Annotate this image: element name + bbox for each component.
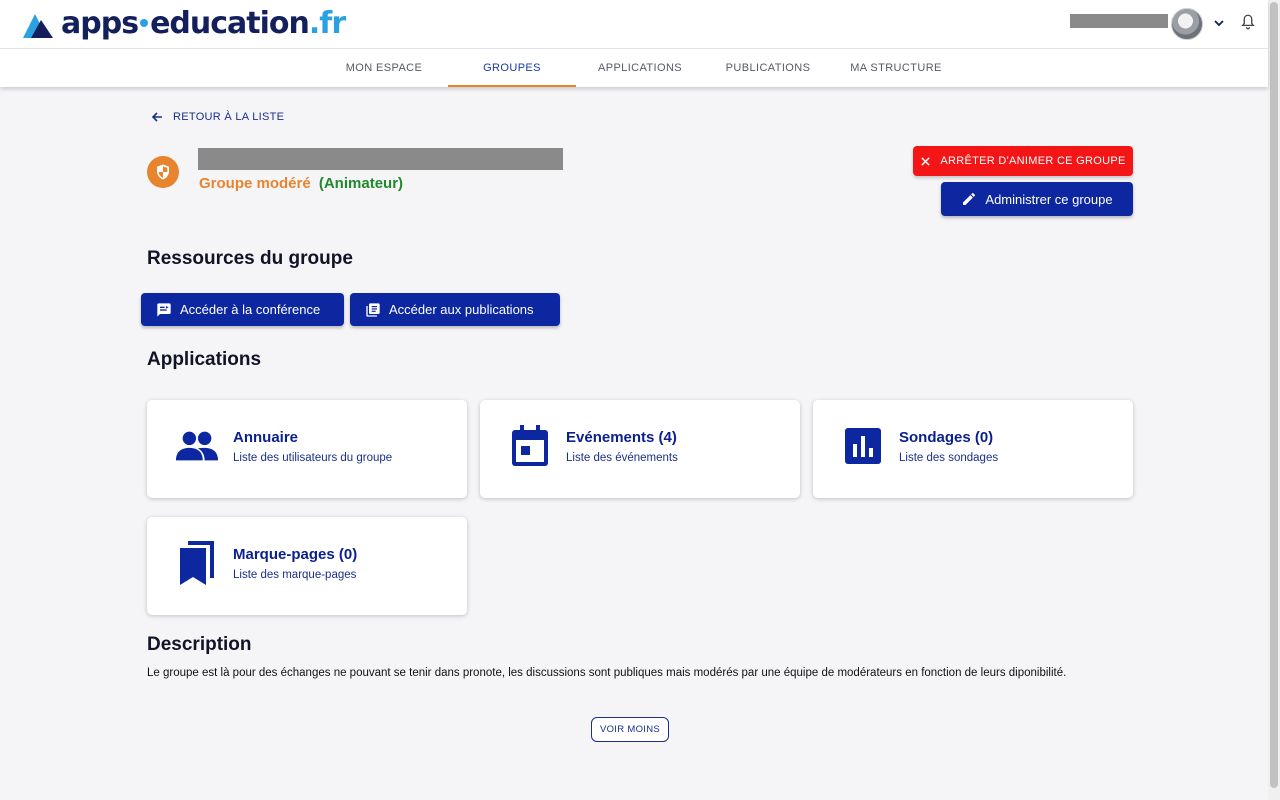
page-scrollbar[interactable] (1268, 0, 1280, 800)
back-link-label: RETOUR À LA LISTE (173, 111, 285, 123)
tab-applications[interactable]: APPLICATIONS (576, 49, 704, 87)
publications-button-label: Accéder aux publications (389, 302, 534, 317)
scrollbar-thumb[interactable] (1270, 2, 1278, 788)
main-nav-tabs: MON ESPACE GROUPES APPLICATIONS PUBLICAT… (320, 49, 960, 87)
app-card-title: Sondages (0) (899, 429, 994, 446)
moderated-shield-icon (147, 156, 179, 188)
app-card-title: Annuaire (233, 429, 299, 446)
app-card-sondages[interactable]: Sondages (0) Liste des sondages (813, 400, 1133, 498)
tab-mon-espace[interactable]: MON ESPACE (320, 49, 448, 87)
app-card-subtitle: Liste des marque-pages (233, 569, 357, 581)
applications-title: Applications (147, 349, 262, 370)
poll-icon (841, 424, 885, 468)
tab-publications[interactable]: PUBLICATIONS (704, 49, 832, 87)
chat-icon (157, 302, 171, 317)
logo-text: apps education.fr (61, 6, 346, 41)
administer-group-button[interactable]: Administrer ce groupe (941, 182, 1133, 216)
app-card-annuaire[interactable]: Annuaire Liste des utilisateurs du group… (147, 400, 467, 498)
administer-group-label: Administrer ce groupe (985, 191, 1113, 207)
show-less-button[interactable]: VOIR MOINS (591, 717, 669, 742)
logo-mountain-icon (23, 14, 53, 38)
pencil-icon (963, 192, 976, 205)
stop-animating-label: ARRÊTER D'ANIMER CE GROUPE (940, 155, 1126, 167)
app-card-title: Marque-pages (0) (233, 546, 358, 563)
stop-animating-button[interactable]: ARRÊTER D'ANIMER CE GROUPE (913, 146, 1133, 176)
group-name-redacted (198, 148, 563, 170)
app-card-evenements[interactable]: Evénements (4) Liste des événements (480, 400, 800, 498)
user-name-redacted (1070, 14, 1168, 28)
app-card-subtitle: Liste des utilisateurs du groupe (233, 452, 393, 464)
app-logo[interactable]: apps education.fr (21, 6, 346, 41)
conference-button[interactable]: Accéder à la conférence (141, 293, 344, 326)
resources-title: Ressources du groupe (147, 248, 353, 269)
tab-ma-structure[interactable]: MA STRUCTURE (832, 49, 960, 87)
publications-button[interactable]: Accéder aux publications (350, 293, 560, 326)
app-card-title: Evénements (4) (566, 429, 677, 446)
chevron-down-icon[interactable] (1211, 15, 1227, 31)
group-type-line: Groupe modéré (Animateur) (199, 175, 403, 192)
library-books-icon (366, 302, 380, 317)
app-card-marque-pages[interactable]: Marque-pages (0) Liste des marque-pages (147, 517, 467, 615)
bell-icon[interactable] (1239, 13, 1257, 31)
group-role-label: (Animateur) (318, 175, 404, 192)
arrow-left-icon (151, 112, 162, 122)
description-title: Description (147, 634, 252, 655)
group-type-label: Groupe modéré (199, 175, 311, 192)
people-icon (175, 424, 219, 468)
tab-groupes[interactable]: GROUPES (448, 49, 576, 87)
app-card-subtitle: Liste des événements (566, 452, 678, 464)
description-text: Le groupe est là pour des échanges ne po… (147, 667, 1067, 679)
user-avatar[interactable] (1171, 8, 1203, 40)
back-to-list-link[interactable]: RETOUR À LA LISTE (150, 110, 284, 124)
bookmarks-icon (175, 541, 219, 585)
close-icon (921, 156, 931, 166)
conference-button-label: Accéder à la conférence (180, 302, 321, 317)
app-header: apps education.fr MON ESPACE GROUPES APPL… (0, 0, 1268, 87)
calendar-icon (508, 424, 552, 468)
app-card-subtitle: Liste des sondages (899, 452, 999, 464)
